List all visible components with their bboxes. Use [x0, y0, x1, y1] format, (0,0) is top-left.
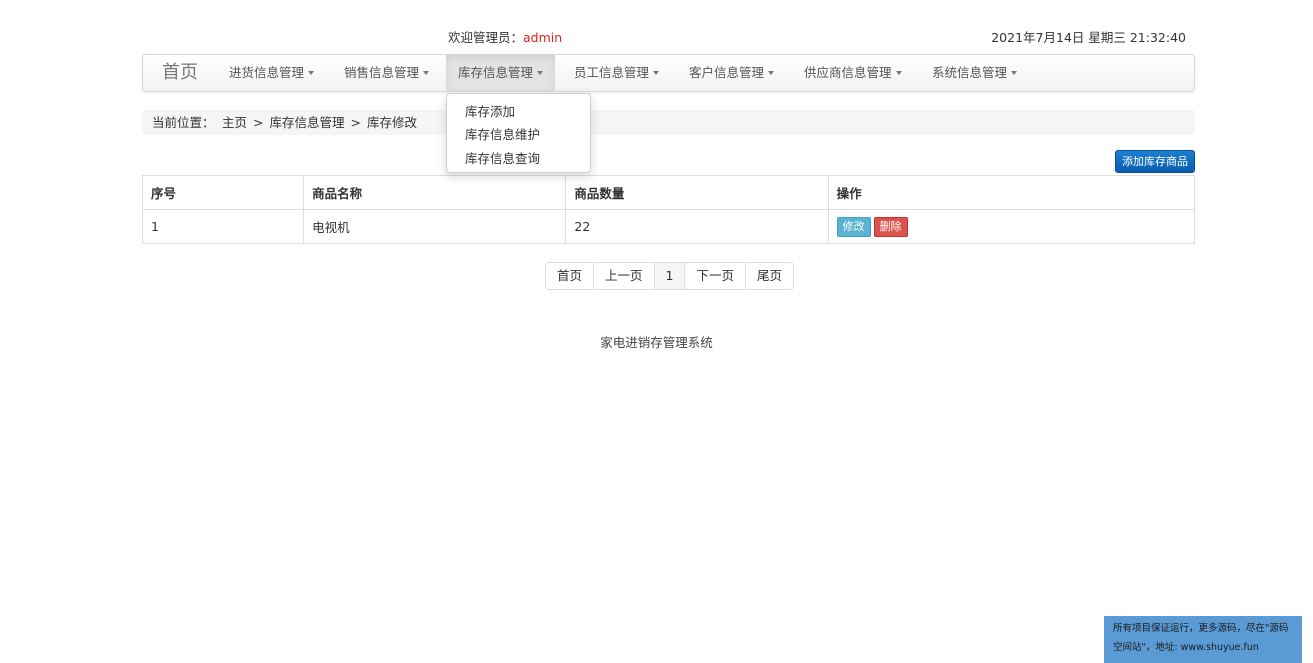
pagination: 首页 上一页 1 下一页 尾页 — [545, 262, 795, 290]
caret-down-icon — [308, 70, 315, 75]
welcome-prefix: 欢迎管理员： — [448, 30, 524, 45]
breadcrumb-path: 主页 > 库存信息管理 > 库存修改 — [222, 110, 417, 135]
cell-id: 1 — [141, 209, 305, 244]
pagination-prev[interactable]: 上一页 — [594, 263, 655, 289]
nav-item-supplier[interactable]: 供应商信息管理 — [792, 55, 914, 91]
cell-actions: 修改 删除 — [827, 209, 1196, 244]
nav-item-label: 供应商信息管理 — [804, 65, 892, 80]
cell-quantity: 22 — [565, 209, 829, 244]
breadcrumb-current: 库存修改 — [367, 115, 418, 130]
breadcrumb-separator: > — [253, 115, 264, 130]
nav-item-sales[interactable]: 销售信息管理 — [332, 55, 441, 91]
delete-button[interactable]: 删除 — [873, 216, 908, 237]
caret-down-icon — [537, 70, 544, 75]
caret-down-icon — [423, 70, 430, 75]
nav-item-label: 客户信息管理 — [689, 65, 765, 80]
menu-item-inventory-query[interactable]: 库存信息查询 — [465, 148, 540, 167]
breadcrumb-home[interactable]: 主页 — [222, 115, 247, 130]
breadcrumb-label: 当前位置： — [152, 115, 215, 130]
admin-username: admin — [523, 30, 563, 45]
column-header-name: 商品名称 — [303, 175, 567, 210]
nav-item-label: 库存信息管理 — [458, 65, 534, 80]
table-row: 1 电视机 22 修改 删除 — [141, 209, 1196, 244]
table-header-row: 序号 商品名称 商品数量 操作 — [141, 175, 1196, 210]
pagination-last[interactable]: 尾页 — [746, 263, 793, 289]
caret-down-icon — [653, 70, 660, 75]
promo-banner: 所有项目保证运行，更多源码，尽在"源码 空间站"，地址: www.shuyue.… — [1104, 616, 1302, 663]
nav-item-system[interactable]: 系统信息管理 — [920, 55, 1029, 91]
nav-item-inventory[interactable]: 库存信息管理 — [446, 55, 556, 91]
main-navbar: 首页 进货信息管理 销售信息管理 库存信息管理 员工信息管理 客户信息管理 供应… — [142, 54, 1195, 92]
nav-item-label: 进货信息管理 — [229, 65, 305, 80]
menu-item-inventory-maintain[interactable]: 库存信息维护 — [465, 124, 540, 143]
current-datetime: 2021年7月14日 星期三 21:32:40 — [991, 30, 1186, 45]
column-header-id: 序号 — [141, 175, 305, 210]
nav-brand-home[interactable]: 首页 — [162, 55, 198, 91]
nav-item-label: 销售信息管理 — [344, 65, 420, 80]
pagination-next[interactable]: 下一页 — [685, 263, 746, 289]
nav-item-purchase[interactable]: 进货信息管理 — [217, 55, 326, 91]
welcome-message: 欢迎管理员：admin — [448, 27, 562, 46]
cell-name: 电视机 — [303, 209, 567, 244]
caret-down-icon — [895, 70, 902, 75]
column-header-actions: 操作 — [827, 175, 1196, 210]
column-header-quantity: 商品数量 — [565, 175, 829, 210]
breadcrumb: 当前位置： 主页 > 库存信息管理 > 库存修改 — [142, 110, 1195, 135]
inventory-dropdown-menu: 库存添加 库存信息维护 库存信息查询 — [446, 93, 591, 173]
nav-item-label: 系统信息管理 — [932, 65, 1008, 80]
nav-item-customer[interactable]: 客户信息管理 — [677, 55, 786, 91]
pagination-current-page[interactable]: 1 — [654, 263, 686, 289]
nav-item-label: 员工信息管理 — [574, 65, 650, 80]
promo-line-1: 所有项目保证运行，更多源码，尽在"源码 — [1113, 623, 1289, 634]
footer-system-name: 家电进销存管理系统 — [600, 335, 713, 350]
breadcrumb-inventory[interactable]: 库存信息管理 — [270, 115, 345, 130]
caret-down-icon — [768, 70, 775, 75]
promo-line-2: 空间站"，地址: www.shuyue.fun — [1113, 642, 1259, 653]
pagination-first[interactable]: 首页 — [546, 263, 595, 289]
nav-item-employee[interactable]: 员工信息管理 — [562, 55, 671, 91]
edit-button[interactable]: 修改 — [836, 216, 871, 237]
breadcrumb-separator: > — [350, 115, 361, 130]
inventory-table: 序号 商品名称 商品数量 操作 1 电视机 22 修改 删除 — [141, 175, 1196, 244]
caret-down-icon — [1011, 70, 1018, 75]
menu-item-inventory-add[interactable]: 库存添加 — [465, 101, 515, 120]
add-inventory-button[interactable]: 添加库存商品 — [1115, 150, 1195, 173]
